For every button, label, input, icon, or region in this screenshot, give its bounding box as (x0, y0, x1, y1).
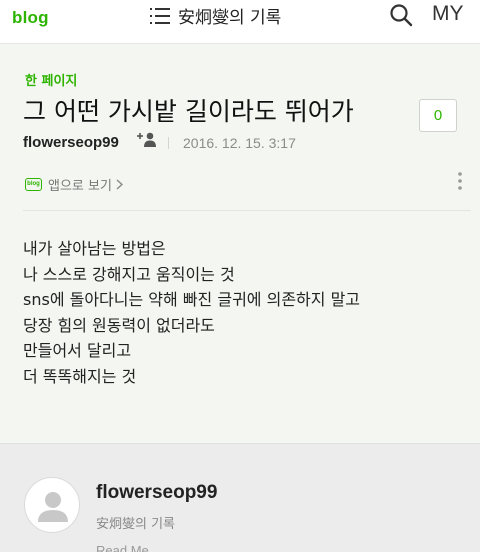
post-author[interactable]: flowerseop99 (23, 134, 119, 151)
top-bar: blog 安炯燮의 기록 MY (0, 0, 480, 44)
profile-blog-name[interactable]: 安炯燮의 기록 (96, 513, 175, 532)
profile-more-text: Read Me (96, 543, 149, 552)
content-line: 만들어서 달리고 (23, 341, 132, 360)
content-line: 당장 힘의 원동력이 없더라도 (23, 315, 215, 335)
post-date: 2016. 12. 15. 3:17 (183, 135, 296, 151)
comment-count-button[interactable]: 0 (419, 99, 457, 132)
content-line: 더 똑똑해지는 것 (23, 366, 137, 386)
default-profile-icon (38, 492, 68, 522)
content-line: 내가 살아남는 방법은 (23, 239, 166, 258)
post-title: 그 어떤 가시밭 길이라도 뛰어가 (23, 97, 354, 126)
content-line: sns에 돌아다니는 약해 빠진 글귀에 의존하지 말고 (23, 290, 361, 309)
my-menu-button[interactable]: MY (432, 2, 464, 26)
chevron-right-icon (116, 178, 123, 190)
content-line: 나 스스로 강해지고 움직이는 것 (23, 264, 235, 284)
blog-title[interactable]: 安炯燮의 기록 (178, 3, 281, 28)
post-category[interactable]: 한 페이지 (25, 70, 77, 89)
add-neighbor-icon[interactable] (136, 131, 158, 147)
search-icon[interactable] (389, 3, 413, 27)
open-in-app-label: 앱으로 보기 (48, 178, 112, 194)
meta-divider (168, 137, 169, 149)
avatar[interactable] (24, 477, 80, 533)
blog-app-icon: blog (25, 177, 42, 191)
more-options-icon[interactable] (457, 171, 463, 191)
comment-count: 0 (433, 107, 443, 124)
profile-name[interactable]: flowerseop99 (96, 482, 217, 504)
blog-logo[interactable]: blog (12, 8, 49, 28)
post-content: 내가 살아남는 방법은 나 스스로 강해지고 움직이는 것 sns에 돌아다니는… (23, 236, 360, 389)
content-divider (23, 210, 471, 211)
hamburger-menu-icon[interactable] (150, 6, 170, 26)
open-in-app-link[interactable]: blog 앱으로 보기 (25, 175, 123, 194)
